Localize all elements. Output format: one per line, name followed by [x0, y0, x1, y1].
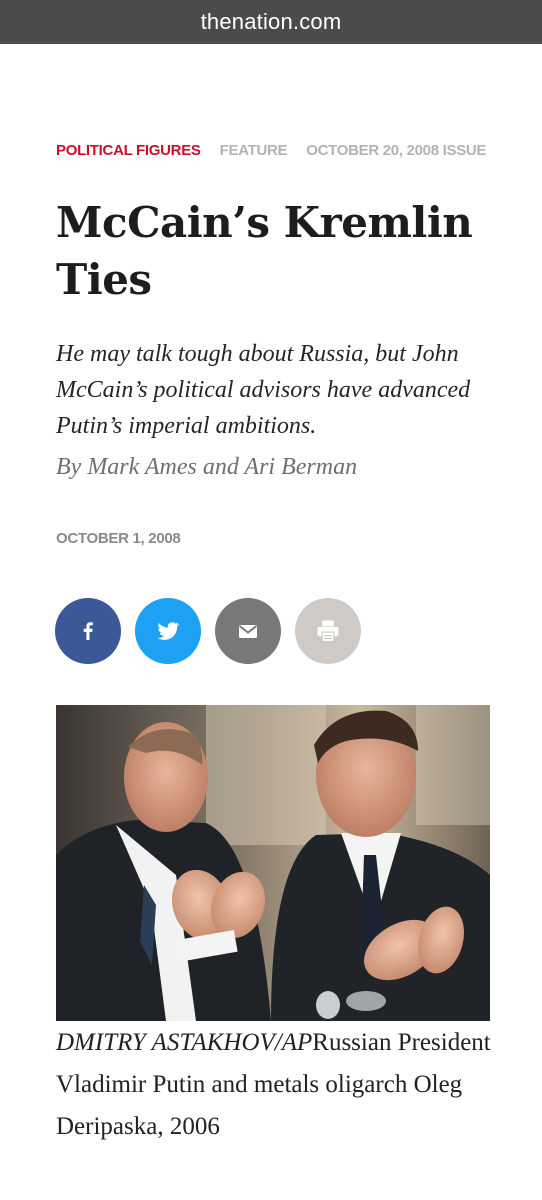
issue-link[interactable]: OCTOBER 20, 2008 ISSUE	[306, 142, 486, 159]
url-text: thenation.com	[200, 9, 342, 34]
article-byline: By Mark Ames and Ari Berman	[56, 454, 358, 480]
photo-credit: DMITRY ASTAKHOV/AP	[56, 1029, 313, 1056]
email-share-button[interactable]	[215, 598, 281, 664]
print-icon	[317, 620, 339, 643]
twitter-icon	[157, 622, 180, 640]
twitter-share-button[interactable]	[135, 598, 201, 664]
share-buttons	[55, 598, 361, 664]
article-headline: McCain’s Kremlin Ties	[56, 198, 473, 304]
article-dek: He may talk tough about Russia, but John…	[56, 341, 471, 439]
facebook-icon	[83, 622, 93, 640]
article-type-label[interactable]: FEATURE	[220, 142, 288, 159]
email-icon	[238, 625, 258, 638]
photo-caption: DMITRY ASTAKHOV/APRussian President Vlad…	[56, 1022, 496, 1148]
print-button[interactable]	[295, 598, 361, 664]
facebook-share-button[interactable]	[55, 598, 121, 664]
article-meta: POLITICAL FIGURES FEATURE OCTOBER 20, 20…	[56, 142, 486, 159]
browser-url-bar[interactable]: thenation.com	[0, 0, 542, 44]
article-date: OCTOBER 1, 2008	[56, 530, 181, 547]
category-link[interactable]: POLITICAL FIGURES	[56, 142, 201, 159]
article-photo	[56, 705, 490, 1021]
